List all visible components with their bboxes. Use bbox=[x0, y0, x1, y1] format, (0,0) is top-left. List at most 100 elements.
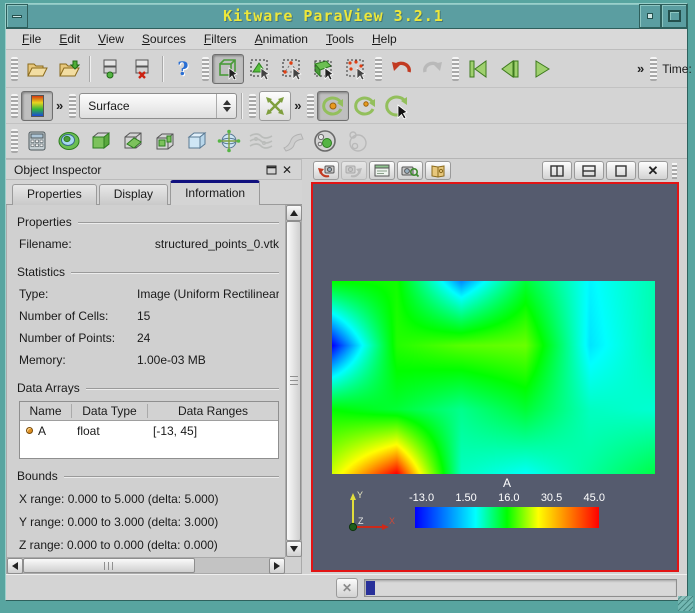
table-row[interactable]: A float [-13, 45] bbox=[20, 421, 278, 440]
type-label: Type: bbox=[19, 287, 137, 301]
reset-camera-button[interactable] bbox=[259, 91, 291, 121]
split-view-vertical-button[interactable] bbox=[574, 161, 604, 180]
camera-undo-button[interactable] bbox=[313, 161, 339, 180]
edit-view-options-button[interactable] bbox=[369, 161, 395, 180]
connect-server-icon bbox=[100, 59, 120, 79]
window-maximize-button[interactable] bbox=[661, 4, 687, 28]
first-frame-button[interactable] bbox=[462, 54, 494, 84]
menu-edit[interactable]: Edit bbox=[51, 30, 88, 48]
rotate-camera-x-button[interactable] bbox=[317, 91, 349, 121]
contour-button[interactable] bbox=[53, 126, 85, 156]
previous-frame-button[interactable] bbox=[494, 54, 526, 84]
split-view-horizontal-button[interactable] bbox=[542, 161, 572, 180]
rotate-camera-free-button[interactable] bbox=[381, 91, 413, 121]
extract-subset-button[interactable] bbox=[181, 126, 213, 156]
toolbar-grip[interactable] bbox=[307, 94, 314, 118]
horizontal-scroll-thumb[interactable] bbox=[23, 558, 195, 573]
help-button[interactable]: ? bbox=[167, 54, 199, 84]
undo-button[interactable] bbox=[385, 54, 417, 84]
threshold-button[interactable] bbox=[149, 126, 181, 156]
scroll-right-button[interactable] bbox=[269, 558, 285, 574]
edit-color-map-button[interactable] bbox=[21, 91, 53, 121]
ungroup-button[interactable] bbox=[341, 126, 373, 156]
glyph-button[interactable] bbox=[213, 126, 245, 156]
toolbar-overflow-button[interactable]: » bbox=[53, 98, 66, 113]
menu-filters[interactable]: Filters bbox=[196, 30, 245, 48]
group-datasets-button[interactable] bbox=[309, 126, 341, 156]
tab-information[interactable]: Information bbox=[170, 180, 260, 205]
toolbar-grip[interactable] bbox=[11, 57, 18, 81]
window-shade-button[interactable] bbox=[639, 4, 661, 28]
menu-animation[interactable]: Animation bbox=[247, 30, 316, 48]
object-inspector-tabs: Properties Display Information bbox=[6, 180, 302, 205]
scroll-down-button[interactable] bbox=[286, 541, 302, 557]
scalar-tick: 30.5 bbox=[541, 492, 562, 504]
lookmark-button[interactable] bbox=[425, 161, 451, 180]
rotate-camera-y-button[interactable] bbox=[349, 91, 381, 121]
tab-display[interactable]: Display bbox=[99, 184, 168, 205]
toolbar-grip[interactable] bbox=[11, 94, 18, 118]
window-resize-grip[interactable] bbox=[678, 596, 693, 611]
view-toolbar-grip[interactable] bbox=[672, 163, 677, 179]
redo-button[interactable] bbox=[417, 54, 449, 84]
representation-combobox[interactable]: Surface bbox=[79, 93, 237, 119]
title-bar[interactable]: Kitware ParaView 3.2.1 bbox=[6, 4, 687, 29]
vertical-scroll-thumb[interactable] bbox=[286, 221, 301, 541]
menu-tools[interactable]: Tools bbox=[318, 30, 362, 48]
scalar-bar[interactable]: A -13.0 1.50 16.0 30.5 45.0 bbox=[409, 476, 605, 528]
toolbar-grip[interactable] bbox=[69, 94, 76, 118]
toolbar-overflow-button[interactable]: » bbox=[634, 61, 647, 76]
window-menu-button[interactable] bbox=[6, 4, 28, 28]
vertical-scrollbar[interactable] bbox=[285, 205, 301, 557]
menu-file[interactable]: File bbox=[14, 30, 49, 48]
toolbar-grip[interactable] bbox=[650, 57, 657, 81]
toolbar-grip[interactable] bbox=[375, 57, 382, 81]
surface-selection-button[interactable] bbox=[212, 54, 244, 84]
toolbar-grip[interactable] bbox=[249, 94, 256, 118]
menu-sources[interactable]: Sources bbox=[134, 30, 194, 48]
warp-button[interactable] bbox=[277, 126, 309, 156]
tab-properties[interactable]: Properties bbox=[12, 184, 97, 205]
dock-title-bar[interactable]: Object Inspector ✕ bbox=[6, 159, 302, 180]
menu-view[interactable]: View bbox=[90, 30, 132, 48]
select-points-on-button[interactable] bbox=[276, 54, 308, 84]
calculator-button[interactable] bbox=[21, 126, 53, 156]
menu-help[interactable]: Help bbox=[364, 30, 405, 48]
select-points-through-button[interactable] bbox=[340, 54, 372, 84]
scroll-left-button[interactable] bbox=[7, 558, 23, 574]
first-frame-icon bbox=[467, 59, 489, 79]
connect-server-button[interactable] bbox=[94, 54, 126, 84]
orientation-axes: Y Z X bbox=[335, 487, 399, 539]
render-viewport[interactable]: A -13.0 1.50 16.0 30.5 45.0 bbox=[311, 182, 679, 572]
abort-button[interactable]: ✕ bbox=[336, 578, 358, 598]
dock-splitter[interactable] bbox=[302, 159, 311, 574]
select-cells-on-button[interactable] bbox=[244, 54, 276, 84]
capture-view-button[interactable] bbox=[397, 161, 423, 180]
combo-spinner[interactable] bbox=[216, 94, 236, 118]
col-data-ranges[interactable]: Data Ranges bbox=[148, 404, 278, 418]
dock-float-button[interactable] bbox=[263, 163, 279, 177]
stream-tracer-button[interactable] bbox=[245, 126, 277, 156]
col-data-type[interactable]: Data Type bbox=[72, 404, 148, 418]
toolbar-grip[interactable] bbox=[11, 129, 18, 153]
toolbar-grip[interactable] bbox=[202, 57, 209, 81]
scroll-up-button[interactable] bbox=[286, 205, 302, 221]
close-view-button[interactable]: ✕ bbox=[638, 161, 668, 180]
toolbar-separator bbox=[241, 93, 242, 119]
slice-button[interactable] bbox=[117, 126, 149, 156]
progress-fill bbox=[366, 581, 375, 595]
play-button[interactable] bbox=[526, 54, 558, 84]
select-cells-through-button[interactable] bbox=[308, 54, 340, 84]
dock-close-button[interactable]: ✕ bbox=[279, 163, 295, 177]
load-state-button[interactable] bbox=[53, 54, 85, 84]
camera-undo-icon bbox=[317, 164, 335, 178]
open-file-button[interactable] bbox=[21, 54, 53, 84]
toolbar-grip[interactable] bbox=[452, 57, 459, 81]
camera-redo-button[interactable] bbox=[341, 161, 367, 180]
col-name[interactable]: Name bbox=[20, 404, 72, 418]
disconnect-server-button[interactable] bbox=[126, 54, 158, 84]
maximize-view-button[interactable] bbox=[606, 161, 636, 180]
toolbar-overflow-button[interactable]: » bbox=[291, 98, 304, 113]
horizontal-scrollbar[interactable] bbox=[7, 557, 285, 573]
clip-button[interactable] bbox=[85, 126, 117, 156]
